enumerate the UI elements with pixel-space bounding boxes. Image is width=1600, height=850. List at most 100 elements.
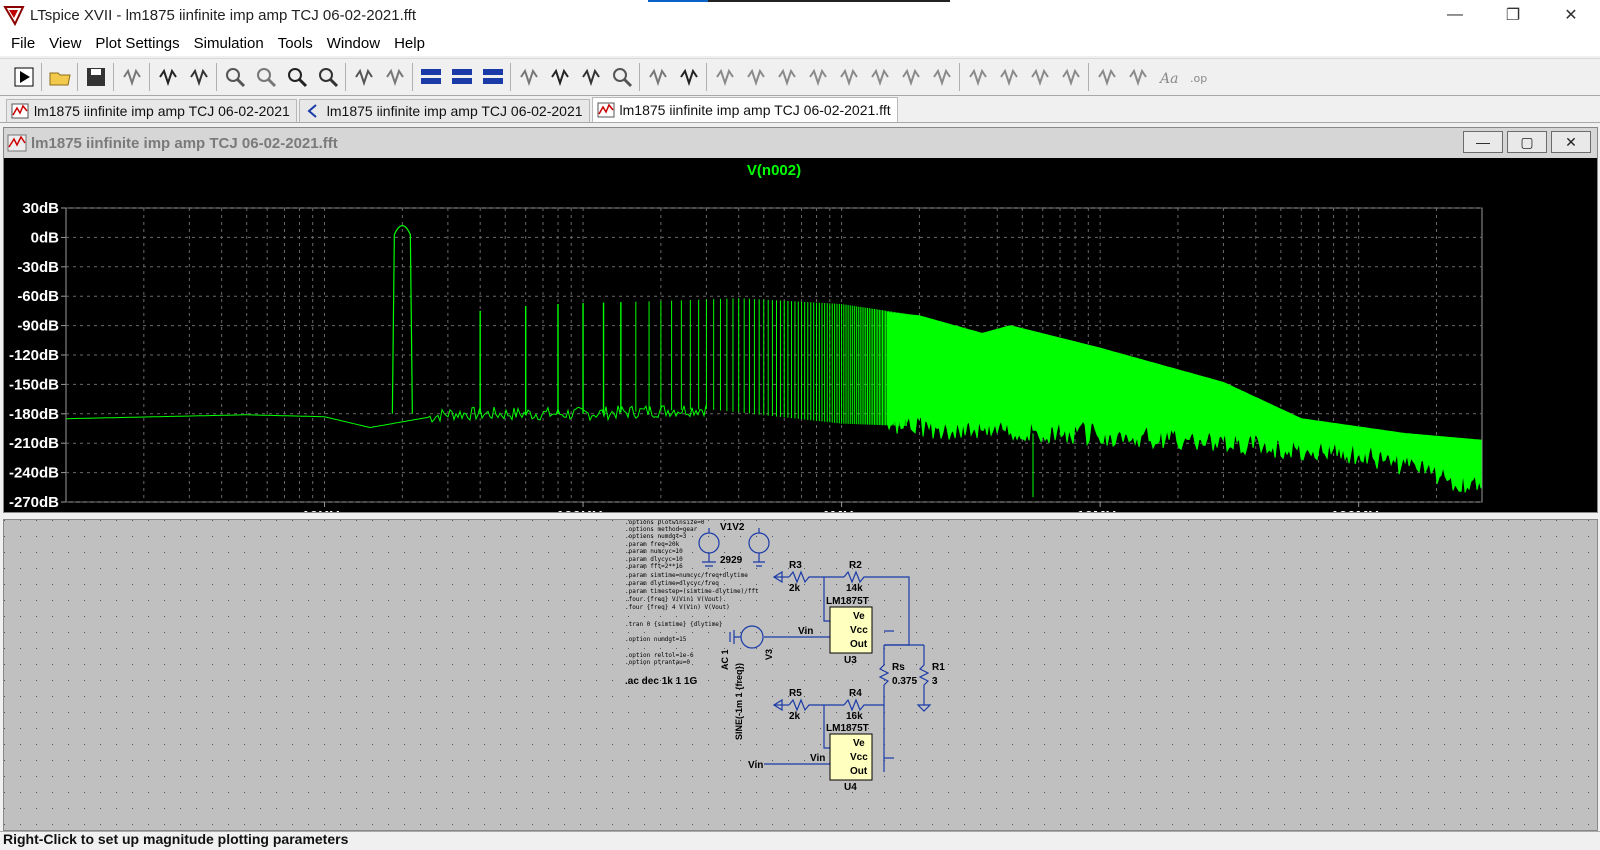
- diode-button[interactable]: [895, 62, 926, 93]
- spice-directive[interactable]: .param dlytime=dlycyc/freq: [625, 580, 719, 587]
- halt-icon: [158, 68, 177, 87]
- title-accent: [648, 0, 950, 2]
- spice-directive[interactable]: .four {freq} 4 V(Vin) V(Vout): [625, 604, 730, 611]
- zoom-in-button[interactable]: [219, 62, 250, 93]
- rotate-button[interactable]: [1091, 62, 1122, 93]
- v3-ref: V3: [764, 649, 774, 660]
- mirror-icon: [1128, 68, 1147, 87]
- save-button[interactable]: [80, 62, 111, 93]
- tab-label: lm1875 iinfinite imp amp TCJ 06-02-2021: [326, 103, 583, 119]
- text-button[interactable]: Aa: [1153, 62, 1184, 93]
- r1-ref: R1: [932, 662, 945, 673]
- spice-directive[interactable]: .option ptrantau=0: [625, 659, 690, 666]
- paste-button[interactable]: [575, 62, 606, 93]
- mirror-button[interactable]: [1122, 62, 1153, 93]
- u3-ve: Ve: [853, 611, 865, 622]
- spice-directive[interactable]: .param timestep=(simtime-dlytime)/fft: [625, 588, 759, 595]
- schematic-canvas[interactable]: .options plotwinsize=0.options method=ge…: [4, 519, 1597, 830]
- svg-text:Aa: Aa: [1158, 71, 1178, 87]
- schematic-window[interactable]: .options plotwinsize=0 .options method=ge…: [3, 519, 1598, 831]
- print-setup-button[interactable]: [673, 62, 704, 93]
- cut-button[interactable]: [513, 62, 544, 93]
- u3-vcc: Vcc: [850, 625, 868, 636]
- spice-directive[interactable]: .options numdgt=3: [625, 533, 687, 540]
- tab-fft[interactable]: lm1875 iinfinite imp amp TCJ 06-02-2021.…: [591, 97, 898, 122]
- zoom-in-icon: [225, 68, 245, 88]
- spice-directive-button[interactable]: .op: [1184, 62, 1215, 93]
- menu-plot-settings[interactable]: Plot Settings: [88, 35, 186, 52]
- plot-minimize-button[interactable]: —: [1463, 131, 1503, 153]
- spice-directive[interactable]: .param dlycyc=10: [625, 556, 683, 563]
- inductor-button[interactable]: [864, 62, 895, 93]
- menu-window[interactable]: Window: [320, 35, 387, 52]
- zoom-cancel-button[interactable]: [312, 62, 343, 93]
- y-tick-label: 30dB: [22, 200, 59, 217]
- document-tabs: lm1875 iinfinite imp amp TCJ 06-02-2021 …: [0, 97, 1600, 123]
- halt-button[interactable]: [152, 62, 183, 93]
- rs-value: 0.375: [892, 676, 917, 687]
- spice-directive[interactable]: .options method=gear: [625, 526, 698, 533]
- x-tick-label: 10KHz: [302, 508, 348, 512]
- spice-directive[interactable]: .param simtime=numcyc/freq+dlytime: [625, 572, 748, 579]
- autorange-button[interactable]: [348, 62, 379, 93]
- close-button[interactable]: ✕: [1542, 0, 1600, 30]
- menu-tools[interactable]: Tools: [271, 35, 320, 52]
- save-icon: [86, 68, 105, 86]
- inductor-icon: [870, 68, 889, 87]
- print-button[interactable]: [642, 62, 673, 93]
- minimize-button[interactable]: —: [1426, 0, 1484, 30]
- tile-vertical-button[interactable]: [477, 62, 508, 93]
- spice-directive[interactable]: .tran 0 {simtime} {dlytime}: [625, 621, 723, 628]
- capacitor-button[interactable]: [833, 62, 864, 93]
- run-button[interactable]: [8, 62, 39, 93]
- plot-maximize-button[interactable]: ▢: [1507, 131, 1547, 153]
- component-button[interactable]: [926, 62, 957, 93]
- rs-ref: Rs: [892, 662, 905, 673]
- wire-button[interactable]: [709, 62, 740, 93]
- zoom-area-icon: [256, 68, 276, 88]
- menu-file[interactable]: File: [4, 35, 42, 52]
- u3-ref: U3: [844, 655, 857, 666]
- spice-directive[interactable]: .ac dec 1k 1 1G: [625, 676, 697, 687]
- restore-button[interactable]: ❐: [1484, 0, 1542, 30]
- y-tick-label: -30dB: [17, 259, 59, 276]
- zoom-out-button[interactable]: [281, 62, 312, 93]
- run-icon: [14, 67, 33, 87]
- cascade-button[interactable]: [446, 62, 477, 93]
- plot-close-button[interactable]: ✕: [1551, 131, 1591, 153]
- resistor-icon: [808, 68, 827, 87]
- waveform-icon: [7, 134, 27, 152]
- spice-directive[interactable]: .param fft=2**16: [625, 563, 683, 570]
- y-tick-label: -60dB: [17, 288, 59, 305]
- tab-waveform[interactable]: lm1875 iinfinite imp amp TCJ 06-02-2021: [6, 99, 297, 122]
- move-button[interactable]: [962, 62, 993, 93]
- open-button[interactable]: [44, 62, 75, 93]
- autorange-y-button[interactable]: [379, 62, 410, 93]
- pan-button[interactable]: [183, 62, 214, 93]
- ground-button[interactable]: [740, 62, 771, 93]
- spice-directive[interactable]: .option reltol=1e-6: [625, 652, 694, 659]
- label-button[interactable]: [771, 62, 802, 93]
- fft-plot-pane[interactable]: V(n002) 30dB 0dB -30dB -60dB -90dB -120dB -150…: [4, 158, 1597, 512]
- undo-button[interactable]: [1024, 62, 1055, 93]
- spice-directive[interactable]: .four {freq} V(Vin) V(Vout): [625, 596, 723, 603]
- menu-help[interactable]: Help: [387, 35, 432, 52]
- zoom-area-button[interactable]: [250, 62, 281, 93]
- find-button[interactable]: [606, 62, 637, 93]
- tab-schematic[interactable]: lm1875 iinfinite imp amp TCJ 06-02-2021: [298, 99, 590, 122]
- resistor-button[interactable]: [802, 62, 833, 93]
- tab-label: lm1875 iinfinite imp amp TCJ 06-02-2021.…: [619, 102, 891, 118]
- menu-simulation[interactable]: Simulation: [187, 35, 271, 52]
- redo-button[interactable]: [1055, 62, 1086, 93]
- control-panel-button[interactable]: [116, 62, 147, 93]
- v3-ac: AC 1: [720, 649, 730, 670]
- tile-horizontal-button[interactable]: [415, 62, 446, 93]
- drag-button[interactable]: [993, 62, 1024, 93]
- fft-chart[interactable]: V(n002) 30dB 0dB -30dB -60dB -90dB -120dB -150…: [4, 158, 1597, 512]
- spice-directive[interactable]: .param freq=20k: [625, 541, 680, 548]
- spice-directive[interactable]: .param numcyc=10: [625, 548, 683, 555]
- spice-directive[interactable]: .option numdgt=15: [625, 636, 687, 643]
- menu-view[interactable]: View: [42, 35, 88, 52]
- y-tick-label: 0dB: [31, 229, 60, 246]
- copy-button[interactable]: [544, 62, 575, 93]
